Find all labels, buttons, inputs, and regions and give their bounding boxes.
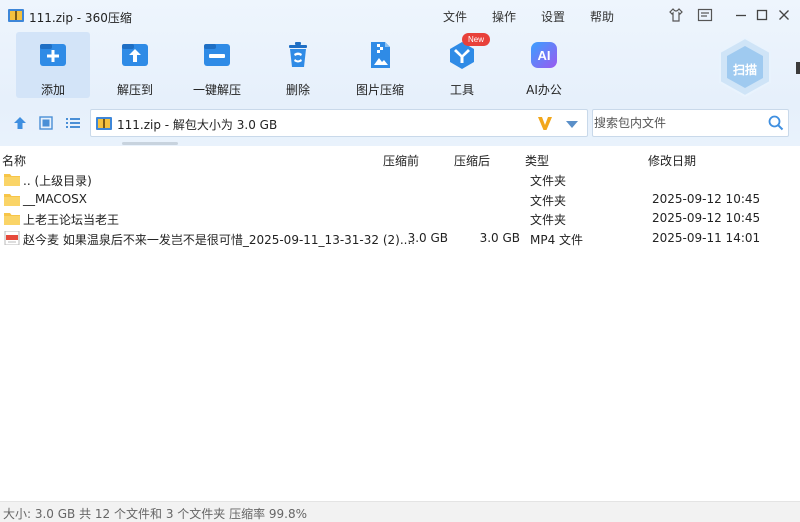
column-header-type[interactable]: 类型 <box>525 152 549 169</box>
image-compress-label: 图片压缩 <box>355 83 404 97</box>
extract-to-label: 解压到 <box>116 83 153 97</box>
file-name: 赵今麦 如果温泉后不来一发岂不是很可惜_2025-09-11_13-31-32 … <box>23 233 416 247</box>
app-window: 111.zip - 360压缩 文件 操作 设置 帮助 添加 解压到 一键解压 … <box>0 0 800 522</box>
file-name: .. (上级目录) <box>23 174 92 188</box>
one-click-extract-icon <box>202 40 232 70</box>
window-edge <box>796 62 800 74</box>
delete-label: 删除 <box>285 83 310 97</box>
title-bar: 111.zip - 360压缩 文件 操作 设置 帮助 <box>0 0 800 30</box>
menu-settings[interactable]: 设置 <box>541 8 565 25</box>
file-row-macosx[interactable]: __MACOSX 文件夹 2025-09-12 10:45 <box>0 190 800 209</box>
menu-help[interactable]: 帮助 <box>590 8 614 25</box>
file-type: 文件夹 <box>530 174 567 188</box>
verified-v-icon[interactable] <box>536 114 554 132</box>
add-icon <box>38 40 68 70</box>
zip-archive-icon <box>8 8 24 22</box>
feedback-icon[interactable] <box>696 6 714 24</box>
column-header-compressed[interactable]: 压缩后 <box>454 152 490 169</box>
menu-file[interactable]: 文件 <box>443 8 467 25</box>
close-icon[interactable] <box>775 6 793 24</box>
file-compressed-size: 3.0 GB <box>479 231 520 245</box>
extract-to-button[interactable]: 解压到 <box>98 32 172 98</box>
ai-office-button[interactable]: AI AI办公 <box>507 32 581 98</box>
ai-office-label: AI办公 <box>526 83 562 97</box>
column-header-name[interactable]: 名称 <box>2 152 26 169</box>
maximize-icon[interactable] <box>753 6 771 24</box>
file-type: MP4 文件 <box>530 233 584 247</box>
new-badge: New <box>462 33 490 46</box>
zip-archive-icon <box>96 116 112 130</box>
toolbar-scroll-indicator <box>122 142 178 145</box>
tools-label: 工具 <box>449 83 474 97</box>
header-region: 111.zip - 360压缩 文件 操作 设置 帮助 添加 解压到 一键解压 … <box>0 0 800 146</box>
column-header-modified[interactable]: 修改日期 <box>648 152 696 169</box>
address-path: 111.zip - 解包大小为 3.0 GB <box>117 118 278 132</box>
file-modified: 2025-09-11 14:01 <box>652 231 761 245</box>
ai-office-icon: AI <box>529 40 559 70</box>
minimize-icon[interactable] <box>732 6 750 24</box>
image-compress-button[interactable]: 图片压缩 <box>343 32 417 98</box>
file-row-mp4[interactable]: 赵今麦 如果温泉后不来一发岂不是很可惜_2025-09-11_13-31-32 … <box>0 229 800 248</box>
image-compress-icon <box>365 40 395 70</box>
file-name: 上老王论坛当老王 <box>23 213 120 227</box>
status-bar: 大小: 3.0 GB 共 12 个文件和 3 个文件夹 压缩率 99.8% <box>0 501 800 522</box>
search-icon[interactable] <box>768 115 784 131</box>
file-row-parent[interactable]: .. (上级目录) 文件夹 <box>0 170 800 189</box>
delete-icon <box>283 40 313 70</box>
mp4-file-icon <box>4 230 20 246</box>
list-view-icon[interactable] <box>64 114 82 132</box>
one-click-extract-label: 一键解压 <box>192 83 241 97</box>
delete-button[interactable]: 删除 <box>261 32 335 98</box>
status-text: 大小: 3.0 GB 共 12 个文件和 3 个文件夹 压缩率 99.8% <box>3 507 308 521</box>
folder-icon <box>4 211 20 225</box>
menu-operate[interactable]: 操作 <box>492 8 516 25</box>
add-button[interactable]: 添加 <box>16 32 90 98</box>
search-box[interactable] <box>592 109 789 137</box>
column-header-packed[interactable]: 压缩前 <box>383 152 419 169</box>
ai-icon-text: AI <box>538 48 551 63</box>
file-type: 文件夹 <box>530 194 567 208</box>
one-click-extract-button[interactable]: 一键解压 <box>180 32 254 98</box>
folder-icon <box>4 172 20 186</box>
file-name: __MACOSX <box>23 192 88 206</box>
window-title: 111.zip - 360压缩 <box>29 11 132 25</box>
file-modified: 2025-09-12 10:45 <box>652 211 761 225</box>
skin-shirt-icon[interactable] <box>667 6 685 24</box>
file-type: 文件夹 <box>530 213 567 227</box>
chevron-down-icon[interactable] <box>565 118 579 128</box>
scan-label: 扫描 <box>732 63 757 77</box>
file-row-folder[interactable]: 上老王论坛当老王 文件夹 2025-09-12 10:45 <box>0 209 800 228</box>
thumbnail-view-icon[interactable] <box>37 114 55 132</box>
address-bar[interactable]: 111.zip - 解包大小为 3.0 GB <box>90 109 588 137</box>
file-packed-size: 3.0 GB <box>407 231 448 245</box>
extract-to-icon <box>120 40 150 70</box>
folder-icon <box>4 192 20 206</box>
search-input[interactable] <box>594 114 754 132</box>
up-level-icon[interactable] <box>11 114 29 132</box>
add-label: 添加 <box>40 83 65 97</box>
file-modified: 2025-09-12 10:45 <box>652 192 761 206</box>
